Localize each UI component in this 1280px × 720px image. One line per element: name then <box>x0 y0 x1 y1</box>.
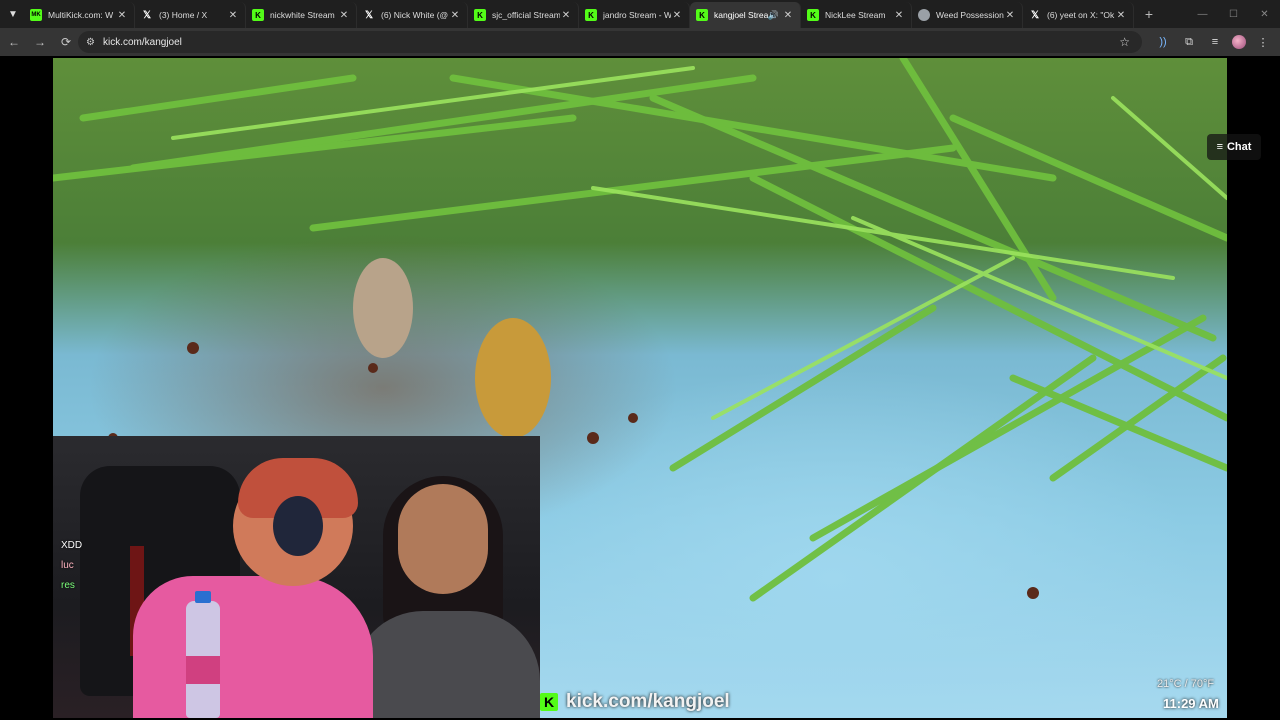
maximize-icon[interactable]: ☐ <box>1218 0 1249 28</box>
close-tab-icon[interactable]: ✕ <box>560 10 572 21</box>
browser-menu-icon[interactable]: ⋮ <box>1254 33 1272 51</box>
headphones-icon <box>273 496 323 556</box>
water-bottle <box>186 591 220 718</box>
chat-line: luc <box>61 560 74 571</box>
tab-x-home[interactable]: 𝕏 (3) Home / X ✕ <box>135 2 246 28</box>
close-tab-icon[interactable]: ✕ <box>338 10 350 21</box>
streamer <box>133 576 373 718</box>
speaker-icon[interactable]: 🔊 <box>768 10 779 21</box>
stream-chat-overlay: XDD luc res <box>61 536 82 596</box>
browser-toolbar: ← → ⟳ ⚙ kick.com/kangjoel ☆ )) ⧉ ≡ ⋮ <box>0 28 1280 56</box>
kick-logo-icon: K <box>540 693 558 711</box>
kick-icon: K <box>696 9 708 21</box>
close-tab-icon[interactable]: ✕ <box>671 10 683 21</box>
close-window-icon[interactable]: ✕ <box>1249 0 1280 28</box>
tab-title: (6) yeet on X: "Ok <box>1047 10 1115 20</box>
forward-arrow-icon[interactable]: → <box>28 30 52 54</box>
tab-title: sjc_official Stream <box>492 10 560 20</box>
kick-icon: K <box>252 9 264 21</box>
x-icon: 𝕏 <box>364 9 374 21</box>
x-icon: 𝕏 <box>142 9 152 21</box>
tab-weed-possession[interactable]: Weed Possession ✕ <box>912 2 1023 28</box>
extensions-puzzle-icon[interactable]: ⧉ <box>1180 33 1198 51</box>
chat-line: res <box>61 580 75 591</box>
window-controls: — ☐ ✕ <box>1187 0 1280 28</box>
stream-watermark: K kick.com/kangjoel <box>540 690 730 714</box>
site-info-icon[interactable]: ⚙ <box>86 37 95 48</box>
kick-icon: K <box>807 9 819 21</box>
x-icon: 𝕏 <box>1030 9 1040 21</box>
close-tab-icon[interactable]: ✕ <box>1004 10 1016 21</box>
tab-x-nickwhite[interactable]: 𝕏 (6) Nick White (@ ✕ <box>357 2 468 28</box>
tab-title: Weed Possession <box>936 10 1004 20</box>
page-viewport: XDD luc res K kick.com/kangjoel 21°C / 7… <box>0 56 1280 720</box>
tab-title: jandro Stream - W <box>603 10 671 20</box>
kick-icon: K <box>585 9 597 21</box>
back-arrow-icon[interactable]: ← <box>2 30 26 54</box>
close-tab-icon[interactable]: ✕ <box>227 10 239 21</box>
chat-toggle-button[interactable]: ≡ Chat <box>1207 134 1261 160</box>
tab-title: MultiKick.com: W <box>48 10 114 20</box>
kick-icon: K <box>474 9 486 21</box>
chat-list-icon: ≡ <box>1216 141 1223 153</box>
reading-list-icon[interactable]: ≡ <box>1206 33 1224 51</box>
address-bar[interactable]: ⚙ kick.com/kangjoel ☆ <box>78 31 1142 53</box>
tab-multikick[interactable]: MK MultiKick.com: W ✕ <box>24 2 135 28</box>
close-tab-icon[interactable]: ✕ <box>782 10 794 21</box>
media-control-icon[interactable]: )) <box>1154 33 1172 51</box>
multikick-icon: MK <box>30 9 42 21</box>
tab-title: NickLee Stream <box>825 10 886 20</box>
toolbar-actions: )) ⧉ ≡ ⋮ <box>1154 28 1272 56</box>
minimize-icon[interactable]: — <box>1187 0 1218 28</box>
reload-icon[interactable]: ⟳ <box>54 30 78 54</box>
watermark-url: kick.com/kangjoel <box>566 691 730 712</box>
close-tab-icon[interactable]: ✕ <box>1115 10 1127 21</box>
tab-kangjoel[interactable]: K kangjoel Strea 🔊 ✕ <box>690 2 801 28</box>
tab-title: nickwhite Stream <box>270 10 335 20</box>
url-text[interactable]: kick.com/kangjoel <box>103 37 182 48</box>
close-tab-icon[interactable]: ✕ <box>893 10 905 21</box>
tab-x-yeet[interactable]: 𝕏 (6) yeet on X: "Ok ✕ <box>1023 2 1134 28</box>
new-tab-plus-icon[interactable]: + <box>1140 5 1158 23</box>
tab-title: (3) Home / X <box>159 10 208 20</box>
globe-icon <box>918 9 930 21</box>
tab-list: MK MultiKick.com: W ✕ 𝕏 (3) Home / X ✕ K… <box>24 0 1134 28</box>
tab-nickwhite[interactable]: K nickwhite Stream ✕ <box>246 2 357 28</box>
chat-button-label: Chat <box>1226 141 1252 153</box>
clock-readout: 11:29 AM <box>1163 696 1219 711</box>
close-tab-icon[interactable]: ✕ <box>449 10 461 21</box>
tab-nicklee[interactable]: K NickLee Stream ✕ <box>801 2 912 28</box>
bookmark-star-icon[interactable]: ☆ <box>1119 35 1130 49</box>
tab-sjc-official[interactable]: K sjc_official Stream ✕ <box>468 2 579 28</box>
tab-jandro[interactable]: K jandro Stream - W ✕ <box>579 2 690 28</box>
stream-video[interactable]: XDD luc res K kick.com/kangjoel 21°C / 7… <box>53 58 1227 718</box>
weather-readout: 21°C / 70°F <box>1157 678 1215 690</box>
profile-avatar[interactable] <box>1232 35 1246 49</box>
close-tab-icon[interactable]: ✕ <box>116 10 128 21</box>
tab-title: kangjoel Strea <box>714 10 768 20</box>
chat-line: XDD <box>61 540 83 551</box>
tab-title: (6) Nick White (@ <box>381 10 449 20</box>
tab-search-chevron-icon[interactable]: ▼ <box>2 3 24 25</box>
tab-strip: ▼ MK MultiKick.com: W ✕ 𝕏 (3) Home / X ✕… <box>0 0 1280 28</box>
webcam-overlay <box>53 436 540 718</box>
